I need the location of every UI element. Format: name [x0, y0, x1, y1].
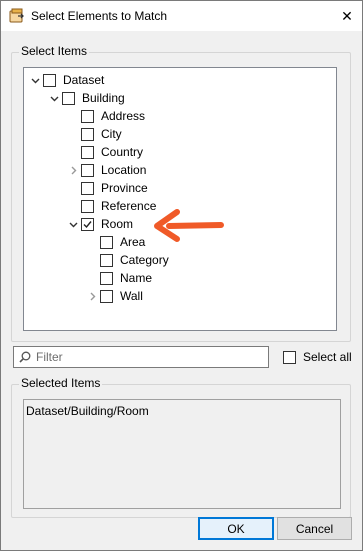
- chevron-right-icon[interactable]: [84, 287, 100, 305]
- cancel-button[interactable]: Cancel: [277, 517, 352, 540]
- search-icon: [19, 351, 31, 363]
- tree-item-area[interactable]: Area: [84, 233, 145, 251]
- selected-items-list: Dataset/Building/Room: [23, 399, 341, 509]
- title-bar: Select Elements to Match ✕: [1, 1, 362, 31]
- tree-item-label: Category: [120, 253, 169, 267]
- chevron-down-icon[interactable]: [46, 89, 62, 107]
- annotation-arrow-icon: [154, 209, 224, 242]
- tree-checkbox[interactable]: [43, 73, 56, 87]
- filter-input[interactable]: [36, 348, 264, 365]
- tree-item-city[interactable]: City: [65, 125, 122, 143]
- select-all-label: Select all: [303, 350, 352, 364]
- select-items-label: Select Items: [19, 44, 90, 58]
- checkmark-icon: [83, 220, 92, 228]
- tree-item-category[interactable]: Category: [84, 251, 169, 269]
- tree-item-wall[interactable]: Wall: [84, 287, 143, 305]
- tree-checkbox[interactable]: [81, 163, 94, 177]
- tree-item-label: Wall: [120, 289, 143, 303]
- tree-checkbox[interactable]: [81, 127, 94, 141]
- filter-box: [13, 346, 269, 368]
- tree-item-label: Room: [101, 217, 134, 231]
- tree-item-label: City: [101, 127, 122, 141]
- tree-item-building[interactable]: Building: [46, 89, 125, 107]
- chevron-down-icon[interactable]: [27, 71, 43, 89]
- window-title: Select Elements to Match: [31, 9, 168, 23]
- tree-checkbox[interactable]: [100, 253, 113, 267]
- tree-item-label: Area: [120, 235, 146, 249]
- chevron-down-icon[interactable]: [65, 215, 81, 233]
- tree-checkbox[interactable]: [81, 145, 94, 159]
- tree-item-dataset[interactable]: Dataset: [27, 71, 104, 89]
- tree-item-address[interactable]: Address: [65, 107, 145, 125]
- elements-tree[interactable]: Dataset Building Address City Country Locatio…: [23, 67, 337, 331]
- tree-checkbox[interactable]: [81, 199, 94, 213]
- tree-item-label: Reference: [101, 199, 157, 213]
- tree-checkbox[interactable]: [100, 289, 113, 303]
- close-icon: ✕: [341, 7, 353, 24]
- tree-item-province[interactable]: Province: [65, 179, 148, 197]
- tree-checkbox[interactable]: [62, 91, 75, 105]
- selected-item-path: Dataset/Building/Room: [26, 404, 149, 418]
- selected-items-label: Selected Items: [19, 376, 103, 390]
- dialog-window: Select Elements to Match ✕ Select Items …: [0, 0, 363, 551]
- select-all-box[interactable]: [283, 350, 296, 364]
- tree-item-name[interactable]: Name: [84, 269, 152, 287]
- close-button[interactable]: ✕: [332, 1, 362, 31]
- app-icon: [9, 8, 24, 23]
- tree-item-label: Country: [101, 145, 144, 159]
- chevron-right-icon[interactable]: [65, 161, 81, 179]
- tree-checkbox[interactable]: [100, 271, 113, 285]
- ok-button[interactable]: OK: [198, 517, 274, 540]
- tree-item-label: Building: [82, 91, 125, 105]
- tree-checkbox[interactable]: [100, 235, 113, 249]
- tree-checkbox[interactable]: [81, 181, 94, 195]
- select-all-checkbox[interactable]: Select all: [283, 350, 352, 364]
- tree-item-label: Location: [101, 163, 147, 177]
- tree-item-country[interactable]: Country: [65, 143, 143, 161]
- tree-item-label: Address: [101, 109, 146, 123]
- tree-checkbox[interactable]: [81, 217, 94, 231]
- tree-item-room[interactable]: Room: [65, 215, 133, 233]
- tree-item-location[interactable]: Location: [65, 161, 146, 179]
- tree-item-reference[interactable]: Reference: [65, 197, 156, 215]
- tree-item-label: Name: [120, 271, 153, 285]
- tree-item-label: Dataset: [63, 73, 105, 87]
- tree-checkbox[interactable]: [81, 109, 94, 123]
- tree-item-label: Province: [101, 181, 148, 195]
